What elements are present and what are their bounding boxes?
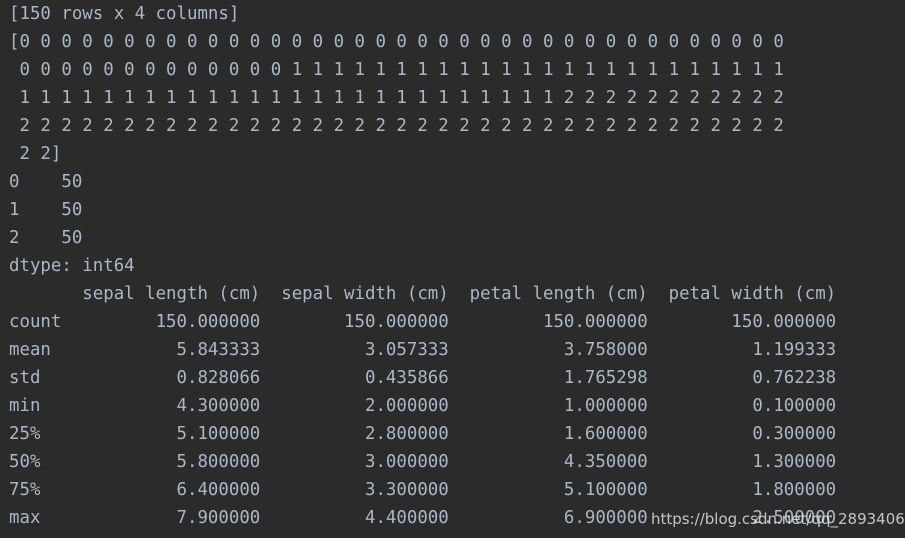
console-line-target-1: [0 0 0 0 0 0 0 0 0 0 0 0 0 0 0 0 0 0 0 0… (9, 32, 784, 52)
console-line-count-2: 2 50 (9, 228, 83, 248)
console-line-target-4: 2 2 2 2 2 2 2 2 2 2 2 2 2 2 2 2 2 2 2 2 … (9, 116, 784, 136)
console-line-target-5: 2 2] (9, 144, 62, 164)
console-line-dtype: dtype: int64 (9, 256, 135, 276)
console-line-describe-25: 25% 5.100000 2.800000 1.600000 0.300000 (9, 424, 837, 444)
watermark-url: https://blog.csdn.net/qq_28934063 (651, 510, 905, 528)
console-line-describe-count: count 150.000000 150.000000 150.000000 1… (9, 312, 837, 332)
console-line-count-1: 1 50 (9, 200, 83, 220)
console-line-describe-mean: mean 5.843333 3.057333 3.758000 1.199333 (9, 340, 837, 360)
console-line-describe-header: sepal length (cm) sepal width (cm) petal… (9, 284, 837, 304)
console-line-target-2: 0 0 0 0 0 0 0 0 0 0 0 0 0 1 1 1 1 1 1 1 … (9, 60, 784, 80)
console-line-target-3: 1 1 1 1 1 1 1 1 1 1 1 1 1 1 1 1 1 1 1 1 … (9, 88, 784, 108)
console-line-describe-min: min 4.300000 2.000000 1.000000 0.100000 (9, 396, 837, 416)
console-line-shape: [150 rows x 4 columns] (9, 4, 240, 24)
console-line-describe-std: std 0.828066 0.435866 1.765298 0.762238 (9, 368, 837, 388)
console-line-count-0: 0 50 (9, 172, 83, 192)
console-line-describe-50: 50% 5.800000 3.000000 4.350000 1.300000 (9, 452, 837, 472)
console-line-describe-75: 75% 6.400000 3.300000 5.100000 1.800000 (9, 480, 837, 500)
console-output: [150 rows x 4 columns] [0 0 0 0 0 0 0 0 … (0, 0, 905, 538)
